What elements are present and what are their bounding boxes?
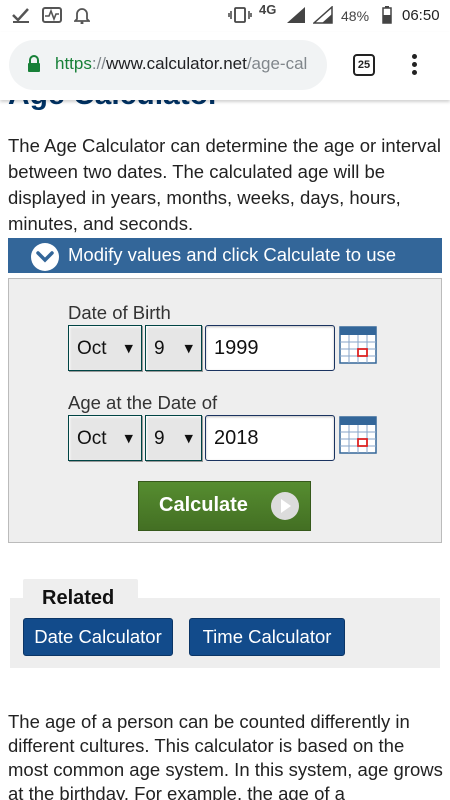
notification-bell-icon <box>74 8 90 24</box>
calculate-button[interactable]: Calculate <box>138 481 311 531</box>
birth-month-select[interactable]: Oct ▼ <box>68 325 142 371</box>
battery-icon <box>382 6 392 24</box>
clock: 06:50 <box>402 7 440 24</box>
lock-icon <box>28 55 40 72</box>
at-date-month-select[interactable]: Oct ▼ <box>68 415 142 461</box>
signal-icon <box>287 7 305 23</box>
modify-values-label: Modify values and click Calculate to use <box>68 244 397 265</box>
date-of-birth-label: Date of Birth <box>68 302 171 323</box>
birth-year-input[interactable]: 1999 <box>205 325 335 371</box>
dropdown-arrow-icon: ▼ <box>124 342 133 355</box>
at-date-year-input[interactable]: 2018 <box>205 415 335 461</box>
signal-secondary-icon <box>313 6 333 24</box>
intro-paragraph: The Age Calculator can determine the age… <box>8 135 441 234</box>
time-calculator-link[interactable]: Time Calculator <box>189 618 345 656</box>
dropdown-arrow-icon: ▼ <box>184 432 193 445</box>
at-date-year-value: 2018 <box>214 427 259 449</box>
birth-month-value: Oct <box>77 338 107 359</box>
related-title: Related <box>42 587 115 609</box>
play-arrow-icon <box>271 492 299 520</box>
calendar-icon[interactable] <box>339 326 377 364</box>
status-bar: 4G 48% 06:50 <box>0 0 450 32</box>
birth-day-value: 9 <box>154 338 165 359</box>
birth-day-select[interactable]: 9 ▼ <box>145 325 202 371</box>
at-date-day-value: 9 <box>154 428 165 449</box>
calendar-icon[interactable] <box>339 416 377 454</box>
collapse-chevron-icon[interactable] <box>31 243 59 271</box>
download-done-icon <box>12 8 29 23</box>
modify-values-bar[interactable]: Modify values and click Calculate to use <box>8 238 442 273</box>
birth-year-value: 1999 <box>214 337 259 359</box>
network-type: 4G <box>259 2 277 17</box>
activity-monitor-icon <box>42 7 62 23</box>
at-date-day-select[interactable]: 9 ▼ <box>145 415 202 461</box>
url-text: https://www.calculator.net/age-cal <box>55 54 308 73</box>
calculate-label: Calculate <box>159 494 248 516</box>
age-explanation-paragraph: The age of a person can be counted diffe… <box>8 711 443 800</box>
tab-switcher-button[interactable]: 25 <box>353 54 375 76</box>
vibrate-icon <box>228 7 252 23</box>
dropdown-arrow-icon: ▼ <box>124 432 133 445</box>
at-date-month-value: Oct <box>77 428 107 449</box>
age-at-date-label: Age at the Date of <box>68 392 218 413</box>
battery-percent: 48% <box>341 8 370 24</box>
overflow-menu-icon[interactable] <box>404 52 424 80</box>
address-bar[interactable]: https://www.calculator.net/age-cal <box>9 40 327 90</box>
dropdown-arrow-icon: ▼ <box>184 342 193 355</box>
browser-toolbar: https://www.calculator.net/age-cal 25 <box>0 32 450 100</box>
date-calculator-link[interactable]: Date Calculator <box>23 618 173 656</box>
